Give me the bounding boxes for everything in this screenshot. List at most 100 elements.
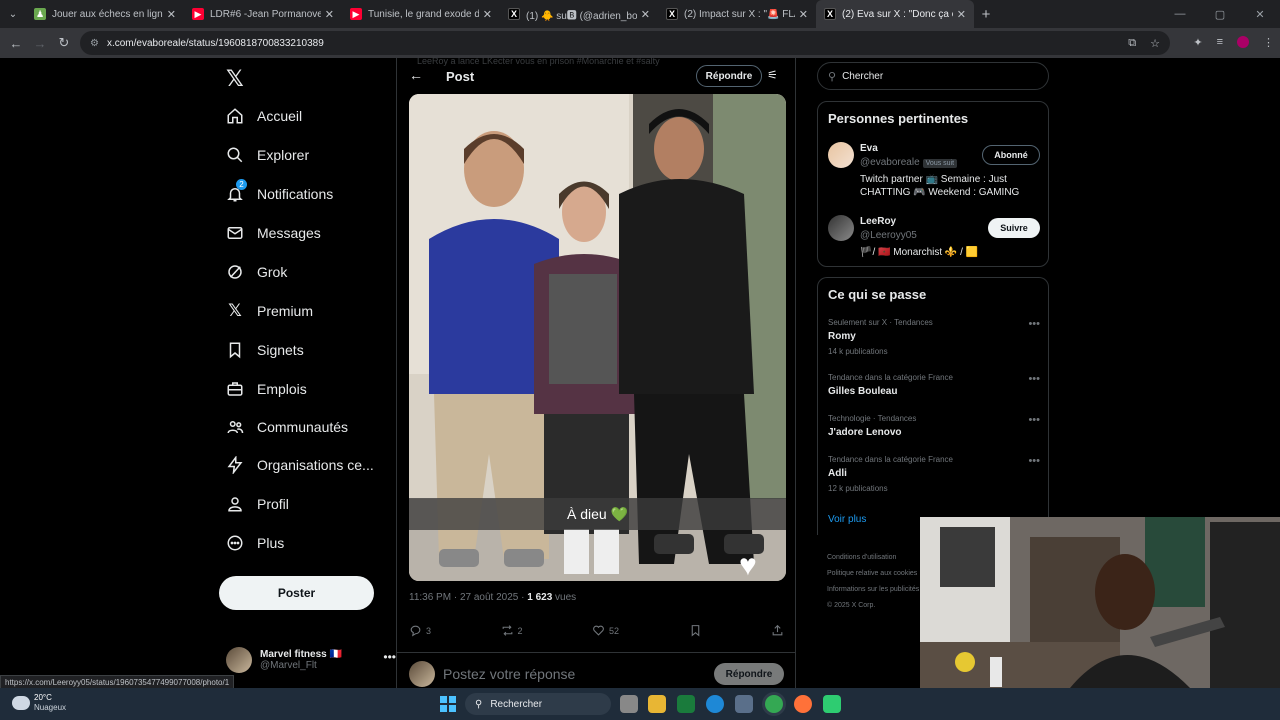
- nav-item-profile[interactable]: Profil: [226, 485, 289, 523]
- person-item[interactable]: Eva @evaboreale Vous suit Twitch partner …: [828, 142, 1040, 200]
- bookmark-icon: [691, 625, 699, 637]
- new-tab-button[interactable]: +: [974, 6, 998, 23]
- close-icon[interactable]: ✕: [641, 8, 650, 21]
- edge-icon[interactable]: [706, 695, 724, 713]
- close-window-icon[interactable]: ✕: [1240, 8, 1280, 21]
- reply-action[interactable]: 3: [409, 624, 431, 637]
- browser-tab[interactable]: ♟Jouer aux échecs en ligne contr✕: [26, 0, 184, 28]
- nav-item-notifications[interactable]: 2 Notifications: [226, 175, 333, 213]
- weather-widget[interactable]: 20°C Nuageux: [12, 693, 66, 713]
- browser-tab[interactable]: X(2) Impact sur X : "🚨 FLASH✕: [658, 0, 816, 28]
- close-icon[interactable]: ✕: [483, 8, 492, 21]
- youtube-favicon-icon: ▶: [192, 8, 204, 20]
- app-icon[interactable]: [823, 695, 841, 713]
- file-explorer-icon[interactable]: [648, 695, 666, 713]
- following-button[interactable]: Abonné: [982, 145, 1040, 165]
- account-switcher[interactable]: Marvel fitness 🇫🇷 @Marvel_Flt •••: [226, 642, 396, 678]
- nav-item-messages[interactable]: Messages: [226, 214, 321, 252]
- follows-you-badge: Vous suit: [922, 159, 958, 168]
- more-circle-icon: [226, 534, 244, 552]
- x-logo-icon[interactable]: 𝕏: [226, 66, 244, 92]
- task-view-icon[interactable]: [620, 695, 638, 713]
- taskbar-search[interactable]: ⚲ Rechercher: [465, 693, 611, 715]
- back-arrow-icon[interactable]: ←: [409, 67, 423, 83]
- extensions-icon[interactable]: ✦: [1193, 36, 1202, 49]
- nav-item-premium[interactable]: 𝕏 Premium: [226, 292, 313, 330]
- close-icon[interactable]: ✕: [957, 8, 966, 21]
- install-app-icon[interactable]: ⧉: [1128, 37, 1136, 50]
- browser-tab[interactable]: ▶LDR#6 -Jean Pormanove - Enqu✕: [184, 0, 342, 28]
- nav-label: Emplois: [257, 381, 307, 397]
- repost-action[interactable]: 2: [501, 624, 523, 637]
- nav-item-grok[interactable]: Grok: [226, 253, 287, 291]
- profile-avatar-icon[interactable]: [1237, 36, 1249, 48]
- nav-item-bookmarks[interactable]: Signets: [226, 331, 304, 369]
- bookmark-action[interactable]: [689, 624, 702, 637]
- post-photo[interactable]: À dieu 💚 ♥: [409, 94, 786, 581]
- post-button[interactable]: Poster: [219, 576, 374, 610]
- trend-item[interactable]: Tendance dans la catégorie France Adli 1…: [828, 455, 1040, 493]
- settings-sliders-icon[interactable]: ⚟: [767, 68, 778, 82]
- xbox-icon[interactable]: [677, 695, 695, 713]
- bookmark-star-icon[interactable]: ☆: [1150, 37, 1160, 50]
- more-icon[interactable]: •••: [1028, 318, 1040, 330]
- share-action[interactable]: [771, 624, 784, 637]
- trend-item[interactable]: Technologie · Tendances J'adore Lenovo •…: [828, 414, 1040, 438]
- firefox-icon[interactable]: [794, 695, 812, 713]
- trend-item[interactable]: Tendance dans la catégorie France Gilles…: [828, 373, 1040, 397]
- nav-item-jobs[interactable]: Emplois: [226, 370, 307, 408]
- tab-search-button[interactable]: ⌄: [0, 0, 26, 28]
- nav-item-organizations[interactable]: Organisations ce...: [226, 446, 374, 484]
- windows-start-icon[interactable]: [440, 696, 456, 712]
- cloud-icon: [12, 696, 30, 710]
- reply-submit-button[interactable]: Répondre: [714, 663, 784, 685]
- more-icon[interactable]: •••: [1028, 455, 1040, 467]
- browser-menu-icon[interactable]: ⋮: [1263, 36, 1274, 49]
- follow-button[interactable]: Suivre: [988, 218, 1040, 238]
- see-more-link[interactable]: Voir plus: [828, 514, 866, 525]
- chrome-icon[interactable]: [765, 695, 783, 713]
- reply-button-top[interactable]: Répondre: [696, 65, 762, 87]
- trend-context: Tendance dans la catégorie France: [828, 455, 953, 464]
- footer-link[interactable]: Informations sur les publicités: [827, 582, 922, 598]
- nav-item-home[interactable]: Accueil: [226, 97, 302, 135]
- person-name: LeeRoy: [860, 216, 897, 227]
- nav-item-communities[interactable]: Communautés: [226, 408, 348, 446]
- store-icon[interactable]: [735, 695, 753, 713]
- footer-link[interactable]: Politique relative aux cookies: [827, 566, 922, 582]
- nav-item-explore[interactable]: Explorer: [226, 136, 309, 174]
- person-item[interactable]: LeeRoy @Leeroyy05 🏴/ 🇲🇦 Monarchist ⚜️ / …: [828, 215, 1040, 263]
- nav-label: Signets: [257, 342, 304, 358]
- person-handle: @evaboreale: [860, 157, 920, 168]
- main-column: LeeRoy a lancé LKecter vous en prison #M…: [396, 56, 796, 688]
- close-icon[interactable]: ✕: [799, 8, 808, 21]
- trend-count: 12 k publications: [828, 484, 888, 493]
- browser-tab[interactable]: X(1) 🐥 su🅱 (@adrien_bocquet)✕: [500, 0, 658, 28]
- account-name: Marvel fitness 🇫🇷: [260, 649, 342, 660]
- reply-input[interactable]: Postez votre réponse: [443, 666, 714, 682]
- search-input[interactable]: ⚲ Chercher: [817, 62, 1049, 90]
- nav-item-more[interactable]: Plus: [226, 524, 284, 562]
- chess-favicon-icon: ♟: [34, 8, 46, 20]
- footer-link[interactable]: Conditions d'utilisation: [827, 550, 922, 566]
- browser-tab-bar: ⌄ ♟Jouer aux échecs en ligne contr✕ ▶LDR…: [0, 0, 1280, 28]
- close-icon[interactable]: ✕: [325, 8, 334, 21]
- site-info-icon[interactable]: ⚙: [90, 38, 99, 49]
- reading-list-icon[interactable]: ≡: [1217, 36, 1223, 49]
- more-icon[interactable]: •••: [1028, 414, 1040, 426]
- like-action[interactable]: 52: [592, 624, 619, 637]
- browser-tab-active[interactable]: X(2) Eva sur X : "Donc ça c'est le✕: [816, 0, 974, 28]
- more-icon[interactable]: •••: [383, 650, 396, 664]
- close-icon[interactable]: ✕: [167, 8, 176, 21]
- minimize-icon[interactable]: —: [1160, 8, 1200, 20]
- more-icon[interactable]: •••: [1028, 373, 1040, 385]
- back-icon[interactable]: ←: [4, 36, 28, 51]
- nav-label: Profil: [257, 496, 289, 512]
- browser-tab[interactable]: ▶Tunisie, le grand exode des mé✕: [342, 0, 500, 28]
- trend-item[interactable]: Seulement sur X · Tendances Romy 14 k pu…: [828, 318, 1040, 356]
- forward-icon[interactable]: →: [28, 36, 52, 51]
- reload-icon[interactable]: ↻: [52, 35, 76, 51]
- maximize-icon[interactable]: ▢: [1200, 8, 1240, 21]
- weather-temp: 20°C: [34, 693, 52, 702]
- url-input[interactable]: ⚙ x.com/evaboreale/status/19608187008332…: [80, 31, 1170, 55]
